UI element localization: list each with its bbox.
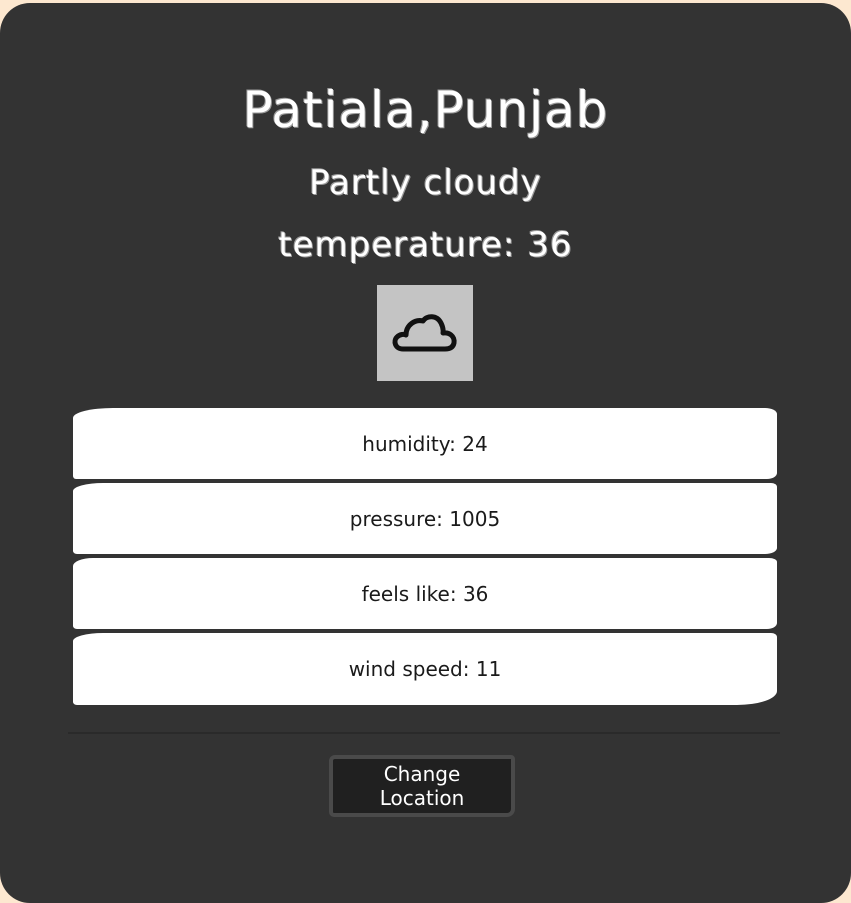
temperature-label: temperature: bbox=[278, 225, 516, 265]
feels-like-label: feels like: bbox=[361, 581, 457, 606]
cloud-icon bbox=[392, 314, 457, 352]
location-title: Patiala,Punjab bbox=[0, 81, 851, 139]
feels-like-value: 36 bbox=[462, 581, 489, 606]
wind-speed-stat: wind speed: 11 bbox=[73, 633, 777, 705]
location-separator: , bbox=[416, 81, 434, 139]
pressure-value: 1005 bbox=[449, 506, 501, 531]
pressure-label: pressure: bbox=[349, 506, 443, 531]
feels-like-stat: feels like: 36 bbox=[73, 558, 777, 629]
change-location-button[interactable]: Change Location bbox=[329, 755, 515, 817]
humidity-stat: humidity: 24 bbox=[73, 408, 777, 479]
weather-icon-box bbox=[377, 285, 473, 381]
region-name: Punjab bbox=[433, 81, 609, 139]
weather-card: Patiala,Punjab Partly cloudy temperature… bbox=[0, 3, 851, 903]
temperature: temperature: 36 bbox=[0, 225, 851, 265]
pressure-stat: pressure: 1005 bbox=[73, 483, 777, 554]
city-name: Patiala bbox=[242, 81, 417, 139]
divider bbox=[68, 732, 780, 734]
humidity-label: humidity: bbox=[362, 431, 456, 456]
temperature-value: 36 bbox=[527, 225, 573, 265]
wind-speed-label: wind speed: bbox=[348, 657, 470, 681]
weather-condition: Partly cloudy bbox=[309, 163, 542, 203]
humidity-value: 24 bbox=[462, 431, 488, 456]
wind-speed-value: 11 bbox=[475, 657, 502, 681]
